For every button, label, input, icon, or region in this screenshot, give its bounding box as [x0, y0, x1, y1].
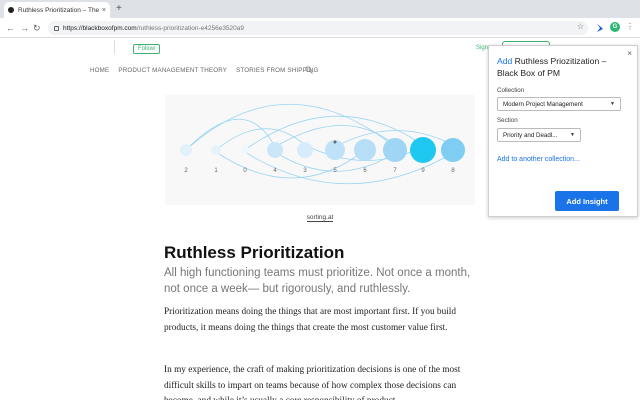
- article-figure: 2104356798: [165, 95, 475, 205]
- sort-bubble: [410, 137, 436, 163]
- collection-value: Modern Project Management: [503, 100, 583, 108]
- sort-bubble: [441, 138, 465, 162]
- add-to-another-collection-link[interactable]: Add to another collection...: [497, 156, 580, 163]
- collection-select[interactable]: Modern Project Management ▼: [497, 97, 621, 111]
- section-select[interactable]: Priority and Deadl... ▼: [497, 128, 581, 142]
- new-tab-icon[interactable]: +: [116, 3, 122, 15]
- sort-bubble-label: 6: [363, 168, 367, 174]
- sort-bubble-label: 7: [393, 168, 397, 174]
- article-subtitle: All high functioning teams must prioriti…: [164, 267, 471, 295]
- browser-menu-icon[interactable]: ⋮: [626, 22, 634, 32]
- favicon-icon: [8, 7, 14, 13]
- tab-title: Ruthless Prioritization – The B: [18, 6, 99, 14]
- reload-icon[interactable]: ↻: [33, 21, 41, 35]
- browser-toolbar: ← → ↻ https://blackboxofpm.com/ruthless-…: [0, 18, 640, 38]
- add-insight-popup: × Add Ruthless Priozitization – Black Bo…: [488, 45, 638, 217]
- sort-bubble: [354, 139, 376, 161]
- browser-tab-bar: Ruthless Prioritization – The B × +: [0, 0, 640, 18]
- sort-bubble: [180, 144, 192, 156]
- section-label: Section: [497, 117, 518, 124]
- chevron-down-icon: ▼: [610, 101, 615, 107]
- sort-bubble: [211, 145, 221, 155]
- article-title: Ruthless Prioritization: [164, 243, 345, 262]
- close-icon[interactable]: ×: [627, 49, 632, 59]
- sort-bubble-label: 2: [184, 168, 188, 174]
- sort-bubble: [297, 142, 313, 158]
- search-icon[interactable]: [305, 66, 313, 74]
- caption-link[interactable]: sorting.at: [306, 214, 334, 222]
- popup-title-add: Add: [497, 56, 513, 66]
- sort-bubble: [383, 138, 407, 162]
- sorting-visualization: 2104356798: [180, 103, 465, 185]
- chevron-down-icon: ▼: [570, 132, 575, 138]
- sort-bubble-label: 1: [214, 168, 218, 174]
- cursor-marker: [333, 140, 337, 144]
- article-paragraph: In my experience, the craft of making pr…: [164, 365, 461, 400]
- sort-bubble-label: 9: [421, 168, 425, 174]
- sort-bubble-label: 3: [303, 168, 307, 174]
- url-host: https://blackboxofpm.com: [63, 24, 137, 32]
- profile-avatar-icon[interactable]: G: [610, 22, 620, 32]
- back-icon[interactable]: ←: [6, 21, 15, 35]
- nav-item-home[interactable]: HOME: [90, 67, 109, 74]
- address-bar[interactable]: https://blackboxofpm.com/ruthless-priori…: [48, 21, 588, 35]
- section-value: Priority and Deadl...: [503, 131, 558, 139]
- add-insight-button[interactable]: Add Insight: [555, 191, 619, 211]
- collection-label: Collection: [497, 87, 525, 94]
- article-paragraph: Prioritization means doing the things th…: [164, 307, 457, 333]
- forward-icon[interactable]: →: [20, 21, 29, 35]
- site-nav: HOME PRODUCT MANAGEMENT THEORY STORIES F…: [90, 67, 319, 74]
- bookmark-star-icon[interactable]: ☆: [577, 22, 584, 31]
- browser-tab[interactable]: Ruthless Prioritization – The B ×: [4, 2, 110, 18]
- url-path: /ruthless-prioritization-e4256e3520a9: [136, 24, 245, 32]
- follow-button[interactable]: Follow: [133, 44, 161, 54]
- header-divider: [114, 40, 115, 54]
- sort-bubble-label: 8: [451, 168, 455, 174]
- sign-in-link[interactable]: Sign: [476, 45, 488, 51]
- extension-bird-icon[interactable]: [596, 23, 604, 33]
- popup-title-text: Ruthless Priozitization – Black Box of P…: [497, 56, 607, 78]
- lock-icon: [54, 25, 59, 31]
- sort-bubble: [241, 146, 249, 154]
- sort-bubble: [267, 142, 283, 158]
- nav-item-product-management-theory[interactable]: PRODUCT MANAGEMENT THEORY: [118, 67, 227, 74]
- popup-title: Add Ruthless Priozitization – Black Box …: [497, 55, 625, 79]
- tab-close-icon[interactable]: ×: [102, 7, 106, 14]
